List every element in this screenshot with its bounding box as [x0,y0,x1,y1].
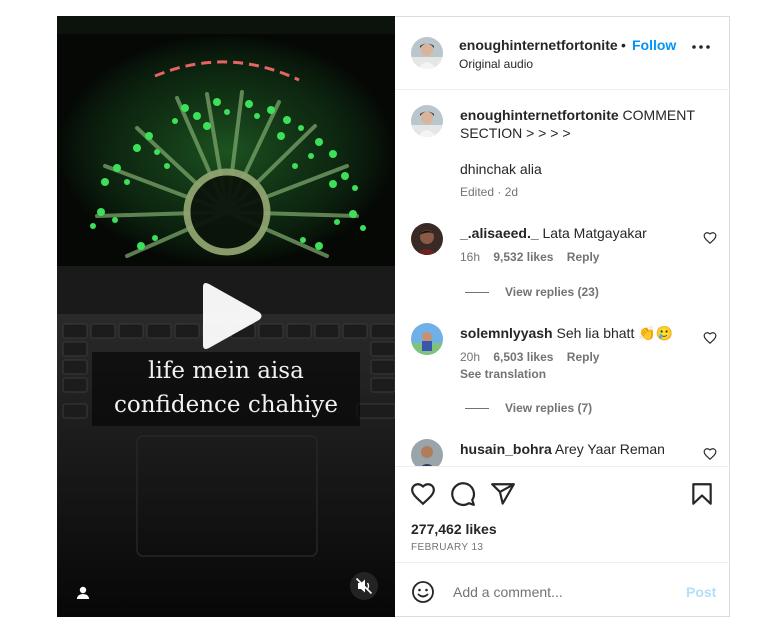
avatar[interactable] [411,439,443,466]
share-icon[interactable] [490,481,516,507]
heart-icon[interactable] [410,481,436,507]
comment-icon[interactable] [450,481,476,507]
replies-line [465,408,489,410]
bookmark-icon[interactable] [689,481,715,507]
see-translation-link[interactable]: See translation [460,367,546,381]
heart-icon[interactable] [703,331,717,345]
caption-line-1: life mein aisa [148,358,304,384]
comment-username[interactable]: _.alisaeed._ [460,225,539,241]
likes-count[interactable]: 277,462 likes [411,521,497,537]
heart-icon[interactable] [703,447,717,461]
comment-time: 20h [460,350,481,364]
comment: _.alisaeed._ Lata Matgayakar [460,224,647,242]
follow-button[interactable]: Follow [632,37,676,53]
comment-username[interactable]: solemnlyyash [460,325,553,341]
comment-likes[interactable]: 6,503 likes [493,350,553,364]
audio-label[interactable]: Original audio [459,57,533,71]
post-header: enoughinternetfortonite • Follow Origina… [395,17,730,90]
mute-button[interactable] [350,572,378,600]
view-replies-button[interactable]: View replies (7) [465,401,592,415]
reply-button[interactable]: Reply [567,250,600,264]
view-replies-button[interactable]: View replies (23) [465,285,599,299]
reply-button[interactable]: Reply [567,350,600,364]
video-caption: life mein aisa confidence chahiye [92,352,360,426]
comment-text: Arey Yaar Reman [554,441,665,457]
comments-section[interactable]: enoughinternetfortonite COMMENT SECTION … [395,90,730,466]
replies-line [465,292,489,294]
play-icon[interactable] [195,281,265,351]
action-bar: 277,462 likes FEBRUARY 13 [395,466,730,563]
avatar[interactable] [411,105,443,137]
comment-time: 16h [460,250,481,264]
post-button[interactable]: Post [686,584,716,600]
post-details-panel: enoughinternetfortonite • Follow Origina… [395,16,730,617]
comment-username[interactable]: husain_bohra [460,441,552,457]
add-comment-bar: Post [395,562,730,618]
emoji-icon[interactable] [411,580,435,604]
heart-icon[interactable] [703,231,717,245]
avatar[interactable] [411,323,443,355]
comment-likes[interactable]: 9,532 likes [493,250,553,264]
post-date[interactable]: FEBRUARY 13 [411,542,483,553]
comment-meta: 20h 6,503 likes Reply [460,350,599,364]
comment-username[interactable]: enoughinternetfortonite [460,107,619,123]
comment-input[interactable] [451,579,675,605]
comment-meta: 16h 9,532 likes Reply [460,250,599,264]
comment-meta: Edited · 2d [460,185,519,199]
caption-line-2: confidence chahiye [113,392,338,418]
reel-video[interactable]: life mein aisa confidence chahiye [57,16,395,617]
more-options-icon[interactable] [691,41,711,53]
avatar[interactable] [411,37,443,69]
author-caption: enoughinternetfortonite COMMENT SECTION … [460,106,710,142]
view-replies-label[interactable]: View replies (7) [505,401,592,415]
avatar[interactable] [411,223,443,255]
comment: husain_bohra Arey Yaar Reman [460,440,665,458]
muted-speaker-icon [355,577,373,595]
user-tag-icon[interactable] [73,583,93,603]
comment-text: dhinchak alia [460,161,542,177]
post-author-username[interactable]: enoughinternetfortonite [459,37,618,53]
comment-text: Lata Matgayakar [542,225,647,241]
comment-text: Seh lia bhatt 👏🥲 [556,325,674,341]
separator-dot: • [621,37,626,53]
view-replies-label[interactable]: View replies (23) [505,285,599,299]
comment: solemnlyyash Seh lia bhatt 👏🥲 [460,324,673,342]
